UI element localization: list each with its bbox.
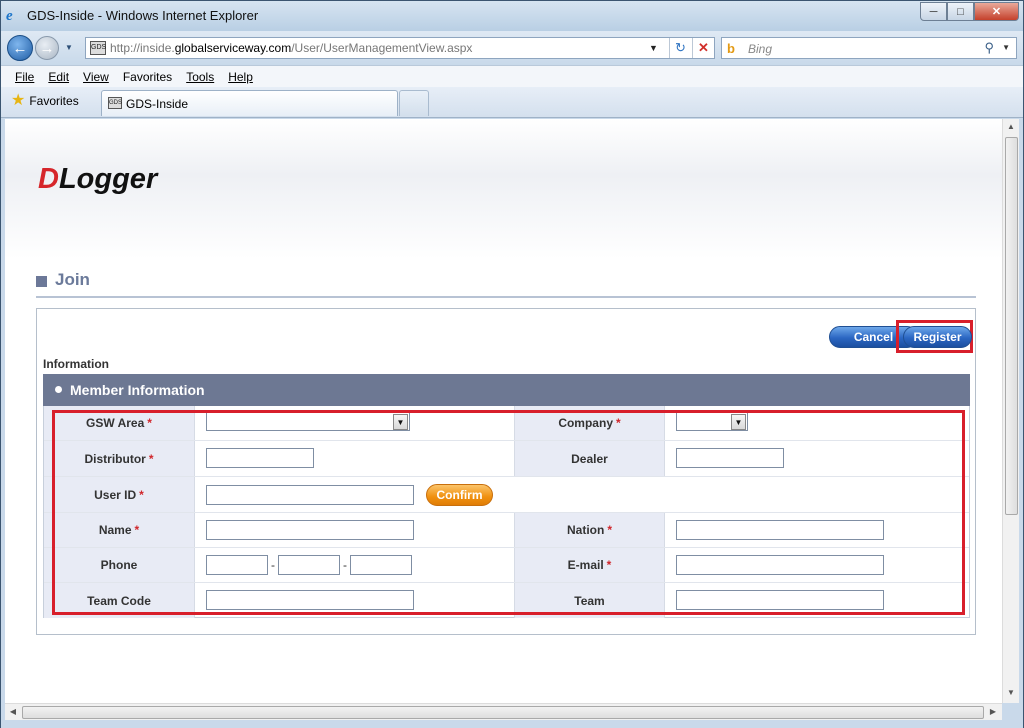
menu-file[interactable]: File <box>1 70 40 84</box>
search-options-dropdown-icon[interactable]: ▼ <box>1002 43 1010 52</box>
logo-first-letter: D <box>38 163 59 195</box>
tab-label: GDS-Inside <box>126 97 189 111</box>
close-window-button[interactable]: ✕ <box>974 2 1019 21</box>
favorites-label: Favorites <box>29 94 79 108</box>
new-tab-button[interactable] <box>399 90 429 116</box>
search-icon[interactable]: ⚲ <box>984 40 994 56</box>
site-favicon-icon: GDS <box>90 41 106 55</box>
recent-pages-dropdown-icon[interactable]: ▼ <box>65 43 73 52</box>
menu-tools-label: Tools <box>186 69 215 84</box>
section-bullet-icon <box>55 386 62 393</box>
information-label: Information <box>43 357 109 371</box>
site-favicon-icon: GDS <box>108 97 122 109</box>
status-bar <box>1 720 1023 728</box>
section-title: Member Information <box>70 382 205 398</box>
horizontal-scroll-thumb[interactable] <box>22 706 984 719</box>
page-title: Join <box>55 270 90 289</box>
refresh-icon[interactable]: ↻ <box>669 38 691 58</box>
back-button[interactable]: ← <box>7 35 33 61</box>
scroll-left-icon[interactable]: ◀ <box>5 704 21 720</box>
menu-view[interactable]: View <box>75 70 115 84</box>
menu-file-label: File <box>15 69 35 84</box>
star-icon: ★ <box>11 92 26 109</box>
address-url[interactable]: http://inside.globalserviceway.com/User/… <box>110 41 472 55</box>
logo-rest: Logger <box>58 163 158 195</box>
menu-edit-label: Edit <box>48 69 70 84</box>
heading-divider <box>36 296 976 298</box>
url-domain: globalserviceway.com <box>174 41 292 55</box>
forward-button[interactable]: → <box>35 36 59 60</box>
menu-tools[interactable]: Tools <box>178 70 220 84</box>
address-bar[interactable]: GDS http://inside.globalserviceway.com/U… <box>85 37 715 59</box>
page-header: DLogger <box>5 119 1002 259</box>
scroll-right-icon[interactable]: ▶ <box>985 704 1001 720</box>
vertical-scroll-thumb[interactable] <box>1005 137 1018 515</box>
window-controls: ─ □ ✕ <box>920 2 1019 21</box>
url-prefix: http://inside. <box>110 41 175 55</box>
bing-icon: b <box>727 41 735 56</box>
search-placeholder: Bing <box>748 42 773 56</box>
menu-help-label: Help <box>228 69 253 84</box>
menu-favorites[interactable]: Favorites <box>115 70 178 84</box>
tab-gds-inside[interactable]: GDS GDS-Inside <box>101 90 398 116</box>
horizontal-scrollbar[interactable]: ◀ ▶ <box>5 703 1002 720</box>
vertical-scrollbar[interactable]: ▲ ▼ <box>1002 119 1019 703</box>
menu-view-label: View <box>83 69 109 84</box>
window-title: GDS-Inside - Windows Internet Explorer <box>27 8 259 23</box>
favorites-bar: ★ Favorites GDS GDS-Inside <box>1 87 1023 118</box>
member-information-header: Member Information <box>43 374 970 406</box>
title-bar: e GDS-Inside - Windows Internet Explorer… <box>1 1 1023 31</box>
browser-window: e GDS-Inside - Windows Internet Explorer… <box>0 0 1024 728</box>
menu-bar: File Edit View Favorites Tools Help <box>1 65 1023 87</box>
menu-edit[interactable]: Edit <box>40 70 75 84</box>
stop-icon[interactable]: ✕ <box>692 38 714 58</box>
minimize-button[interactable]: ─ <box>920 2 947 21</box>
navigation-toolbar: ← → ▼ GDS http://inside.globalserviceway… <box>1 31 1023 65</box>
scroll-up-icon[interactable]: ▲ <box>1003 119 1019 135</box>
ie-logo-icon: e <box>6 8 13 24</box>
menu-favorites-label: Favorites <box>122 69 173 84</box>
favorites-button[interactable]: ★ Favorites <box>11 93 79 109</box>
dlogger-logo: DLogger <box>38 163 157 196</box>
register-button[interactable]: Register <box>903 326 972 348</box>
search-box[interactable]: b Bing ⚲ ▼ <box>721 37 1017 59</box>
scroll-down-icon[interactable]: ▼ <box>1003 685 1019 701</box>
heading-bullet-icon <box>36 276 47 287</box>
address-dropdown-icon[interactable]: ▼ <box>649 43 658 53</box>
url-path: /User/UserManagementView.aspx <box>291 41 473 55</box>
menu-help[interactable]: Help <box>220 70 259 84</box>
form-highlight-box <box>52 410 965 615</box>
maximize-button[interactable]: □ <box>947 2 974 21</box>
